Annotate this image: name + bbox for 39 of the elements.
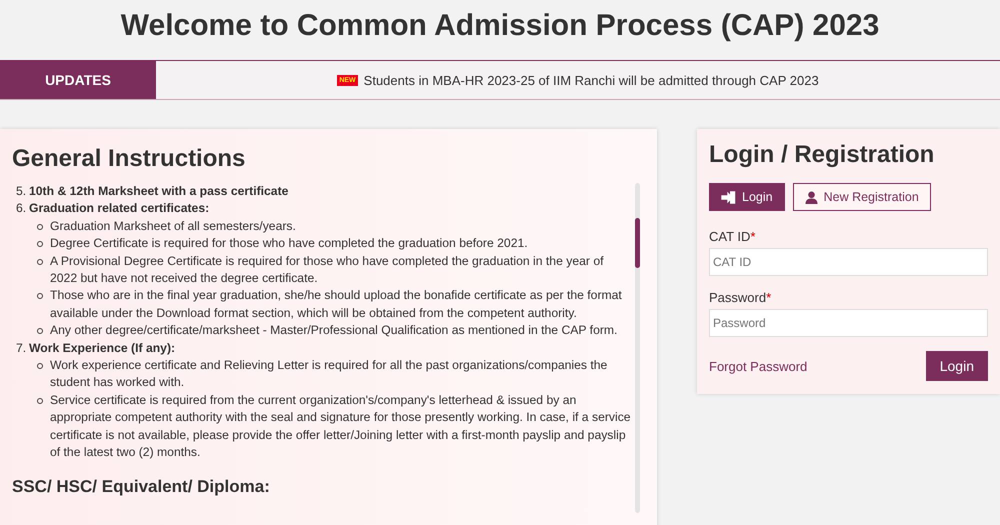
bullet-icon xyxy=(37,241,43,248)
sign-in-icon xyxy=(721,190,736,204)
list-text: A Provisional Degree Certificate is required for those who have completed the graduation in the year of 2022 but have not received the degree certificate. xyxy=(50,252,604,288)
list-text: Those who are in the final year graduation, she/he should upload the bonafide certificate as per the format available under the Download format section, which will be obtained from the competent authority. xyxy=(50,287,623,322)
list-number: 5. xyxy=(16,183,26,200)
instructions-title: General Instructions xyxy=(11,144,246,174)
bullet-icon xyxy=(37,224,43,230)
list-heading: 10th & 12th Marksheet with a pass certificate xyxy=(29,183,288,200)
list-text: Any other degree/certificate/marksheet - Master/Professional Qualification as mentioned in the CAP form. xyxy=(50,322,618,340)
login-title: Login / Registration xyxy=(709,140,936,170)
bullet-icon xyxy=(37,293,43,300)
field-label: Password xyxy=(709,290,766,305)
input-field[interactable]: Password xyxy=(709,309,988,337)
section-heading: SSC/ HSC/ Equivalent/ Diploma: xyxy=(12,478,271,495)
list-text: Work experience certificate and Relieving Letter is required for all the past organizations/companies the student has worked with. xyxy=(50,357,608,392)
scrollbar[interactable] xyxy=(635,183,640,513)
user-icon xyxy=(804,190,818,204)
login-button[interactable]: Login xyxy=(926,351,988,381)
bullet-icon xyxy=(37,258,43,265)
list-text: Graduation Marksheet of all semesters/years. xyxy=(50,218,296,235)
list-text: Service certificate is required from the current organization's/company's letterhead & issued by an appropriate competent authority with the seal and signature for those presently working. In case, if a service certificate is not available, please provide the offer letter/Joining letter with a first-month payslip and payslip of the latest two (2) months. xyxy=(50,392,631,462)
tab[interactable]: New Registration xyxy=(792,183,931,211)
list-number: 6. xyxy=(16,200,26,218)
list-heading: Work Experience (If any): xyxy=(29,340,176,357)
input-field[interactable]: CAT ID xyxy=(709,248,988,276)
bullet-icon xyxy=(37,363,43,370)
bullet-icon xyxy=(37,398,43,404)
required-mark: * xyxy=(750,229,756,244)
page-title: Welcome to Common Admission Process (CAP) 2023 xyxy=(120,8,880,44)
forgot-password-link[interactable]: Forgot Password xyxy=(709,358,808,374)
required-mark: * xyxy=(766,290,772,305)
list-text: Degree Certificate is required for those who have completed the graduation before 2021. xyxy=(50,235,528,252)
tab[interactable]: Login xyxy=(709,183,785,211)
field-label: CAT ID xyxy=(709,229,750,244)
updates-label: UPDATES xyxy=(0,61,156,99)
list-number: 7. xyxy=(16,340,26,357)
bullet-icon xyxy=(37,328,43,334)
list-heading: Graduation related certificates: xyxy=(29,200,210,218)
update-message: Students in MBA-HR 2023-25 of IIM Ranchi will be admitted through CAP 2023 xyxy=(364,72,819,88)
